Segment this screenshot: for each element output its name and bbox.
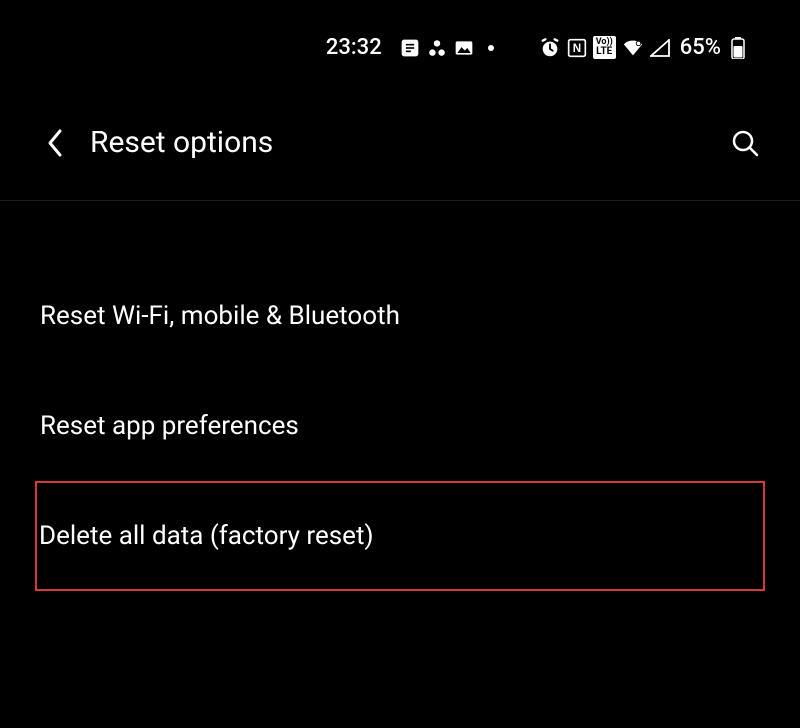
wifi-icon — [622, 38, 644, 58]
battery-icon — [731, 37, 745, 59]
status-time: 23:32 — [326, 35, 382, 60]
status-bar: 23:32 N — [0, 0, 800, 75]
search-button[interactable] — [730, 128, 760, 158]
page-header: Reset options — [0, 75, 800, 201]
option-label: Delete all data (factory reset) — [39, 521, 374, 551]
alarm-icon — [539, 37, 561, 59]
option-delete-all-data-factory-reset[interactable]: Delete all data (factory reset) — [35, 481, 765, 591]
page-title: Reset options — [90, 125, 730, 160]
dot-icon — [488, 45, 494, 51]
volte-icon: Vo)) LTE — [593, 36, 616, 59]
battery-percent: 65% — [680, 35, 721, 60]
options-list: Reset Wi-Fi, mobile & Bluetooth Reset ap… — [0, 201, 800, 591]
image-icon — [454, 38, 474, 58]
option-reset-wifi-mobile-bluetooth[interactable]: Reset Wi-Fi, mobile & Bluetooth — [0, 261, 800, 371]
back-button[interactable] — [35, 128, 75, 158]
svg-text:N: N — [572, 42, 580, 55]
notification-icon — [400, 38, 420, 58]
option-reset-app-preferences[interactable]: Reset app preferences — [0, 371, 800, 481]
signal-icon — [650, 39, 670, 57]
option-label: Reset Wi-Fi, mobile & Bluetooth — [40, 301, 400, 331]
dots-icon — [426, 37, 448, 59]
option-label: Reset app preferences — [40, 411, 299, 441]
nfc-icon: N — [567, 38, 587, 58]
